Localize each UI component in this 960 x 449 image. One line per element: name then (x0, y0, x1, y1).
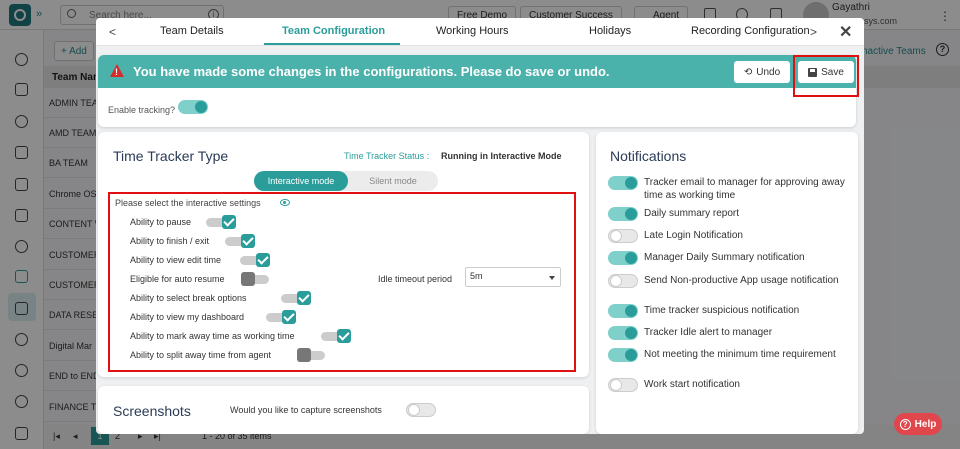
undo-button[interactable]: ⟲ Undo (734, 61, 790, 83)
eye-icon[interactable] (280, 199, 290, 206)
notif-toggle-min-time[interactable] (608, 348, 638, 362)
config-banner-card: ! You have made some changes in the conf… (98, 55, 856, 127)
tab-working-hours[interactable]: Working Hours (436, 25, 509, 37)
active-tab-indicator (264, 43, 400, 45)
settings-title: Please select the interactive settings (115, 198, 261, 208)
notif-toggle-work-start[interactable] (608, 378, 638, 392)
notif-toggle-away-time-email[interactable] (608, 176, 638, 190)
setting-label: Ability to select break options (130, 293, 247, 303)
tab-holidays[interactable]: Holidays (589, 25, 631, 37)
pause-toggle[interactable] (206, 215, 236, 229)
notif-toggle-suspicious[interactable] (608, 304, 638, 318)
notifications-title: Notifications (610, 148, 687, 164)
setting-label: Ability to finish / exit (130, 236, 210, 246)
tab-recording-configuration[interactable]: Recording Configuration (691, 25, 810, 37)
tab-team-configuration[interactable]: Team Configuration (282, 25, 385, 37)
notifications-card: Notifications Tracker email to manager f… (596, 132, 858, 434)
team-config-modal: < Team Details Team Configuration Workin… (96, 18, 864, 434)
setting-label: Ability to split away time from agent (130, 350, 272, 360)
notif-toggle-non-productive[interactable] (608, 274, 638, 288)
setting-label: Eligible for auto resume (130, 274, 225, 284)
mode-switch: Interactive mode Silent mode (254, 171, 438, 191)
time-tracker-card: Time Tracker Type Time Tracker Status : … (98, 132, 589, 377)
enable-tracking-label: Enable tracking? (108, 105, 176, 115)
time-tracker-title: Time Tracker Type (113, 148, 229, 164)
setting-label: Ability to pause (130, 217, 192, 227)
idle-timeout-value: 5m (470, 271, 483, 281)
interactive-mode-option[interactable]: Interactive mode (254, 171, 348, 191)
mark-away-working-toggle[interactable] (321, 329, 351, 343)
notif-label: Daily summary report (644, 208, 740, 219)
screenshots-title: Screenshots (113, 403, 191, 419)
idle-timeout-label: Idle timeout period (378, 274, 453, 284)
notif-label: Manager Daily Summary notification (644, 252, 805, 263)
tracker-status-label: Time Tracker Status : (344, 151, 430, 161)
help-icon: ? (899, 418, 911, 430)
tab-bar: < Team Details Team Configuration Workin… (96, 18, 864, 46)
banner-message: You have made some changes in the config… (133, 64, 610, 79)
interactive-settings-box: Please select the interactive settings A… (108, 192, 576, 372)
undo-icon: ⟲ (743, 66, 753, 78)
notif-toggle-idle-alert[interactable] (608, 326, 638, 340)
notif-label: Send Non-productive App usage notificati… (644, 275, 839, 286)
chevron-left-icon[interactable]: < (109, 25, 116, 39)
notif-label: Tracker email to manager for approving a… (644, 177, 845, 201)
break-options-toggle[interactable] (281, 291, 311, 305)
notif-label: Time tracker suspicious notification (644, 305, 800, 316)
setting-label: Ability to view edit time (130, 255, 222, 265)
notif-label: Work start notification (644, 379, 740, 390)
notif-toggle-daily-summary[interactable] (608, 207, 638, 221)
notif-label: Late Login Notification (644, 230, 743, 241)
warning-icon: ! (110, 64, 124, 77)
chevron-down-icon (549, 276, 555, 280)
notif-toggle-manager-summary[interactable] (608, 251, 638, 265)
help-button[interactable]: ? Help (894, 413, 942, 435)
close-icon[interactable]: ✕ (839, 25, 852, 41)
enable-tracking-toggle[interactable] (178, 100, 208, 114)
tab-team-details[interactable]: Team Details (160, 25, 224, 37)
screenshots-toggle[interactable] (406, 403, 436, 417)
notif-label: Not meeting the minimum time requirement (644, 349, 836, 360)
auto-resume-toggle[interactable] (241, 272, 271, 286)
undo-label: Undo (756, 66, 781, 78)
help-label: Help (914, 418, 937, 430)
setting-label: Ability to view my dashboard (130, 312, 245, 322)
tracker-status-value: Running in Interactive Mode (441, 151, 562, 161)
view-edit-time-toggle[interactable] (240, 253, 270, 267)
idle-timeout-select[interactable]: 5m (465, 267, 561, 287)
unsaved-changes-banner: ! You have made some changes in the conf… (98, 55, 856, 88)
view-dashboard-toggle[interactable] (266, 310, 296, 324)
notif-toggle-late-login[interactable] (608, 229, 638, 243)
silent-mode-option[interactable]: Silent mode (348, 171, 438, 191)
setting-label: Ability to mark away time as working tim… (130, 331, 295, 341)
chevron-right-icon[interactable]: > (810, 25, 817, 39)
screenshots-card: Screenshots Would you like to capture sc… (98, 386, 589, 434)
split-away-toggle[interactable] (297, 348, 327, 362)
notif-label: Tracker Idle alert to manager (644, 327, 773, 338)
save-highlight-box (793, 55, 859, 97)
screenshots-question: Would you like to capture screenshots (230, 405, 382, 415)
finish-exit-toggle[interactable] (225, 234, 255, 248)
